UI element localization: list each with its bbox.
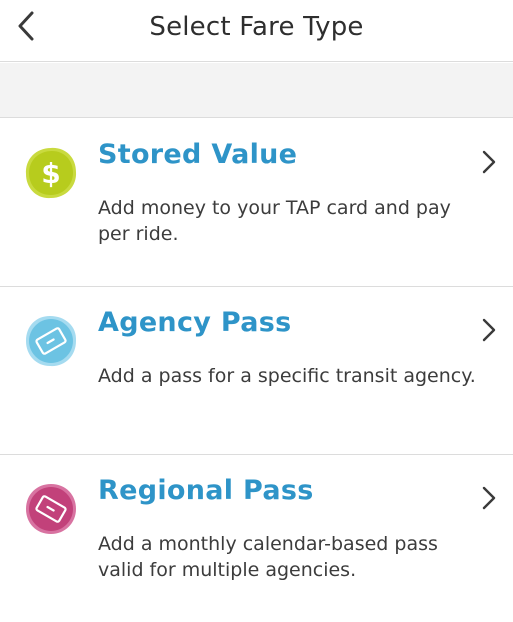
fare-title: Stored Value xyxy=(98,139,298,170)
svg-text:$: $ xyxy=(41,157,60,190)
fare-description: Add a monthly calendar-based pass valid … xyxy=(98,533,438,581)
fare-option-agency-pass[interactable]: Agency Pass Add a pass for a specific tr… xyxy=(0,287,513,455)
dollar-icon: $ xyxy=(25,147,77,199)
fare-type-list: $ Stored Value Add money to your TAP car… xyxy=(0,119,513,622)
section-spacer xyxy=(0,63,513,118)
fare-option-stored-value[interactable]: $ Stored Value Add money to your TAP car… xyxy=(0,119,513,287)
ticket-icon xyxy=(26,316,77,367)
fare-title: Agency Pass xyxy=(98,307,292,338)
navigation-bar: Select Fare Type xyxy=(0,0,513,62)
chevron-right-icon xyxy=(482,150,496,174)
fare-description: Add a pass for a specific transit agency… xyxy=(98,365,476,387)
fare-description: Add money to your TAP card and pay per r… xyxy=(98,197,451,245)
fare-option-regional-pass[interactable]: Regional Pass Add a monthly calendar-bas… xyxy=(0,455,513,622)
page-title: Select Fare Type xyxy=(149,12,364,42)
ticket-icon xyxy=(26,484,76,534)
chevron-right-icon xyxy=(482,318,496,342)
fare-title: Regional Pass xyxy=(98,475,314,506)
chevron-right-icon xyxy=(482,486,496,510)
